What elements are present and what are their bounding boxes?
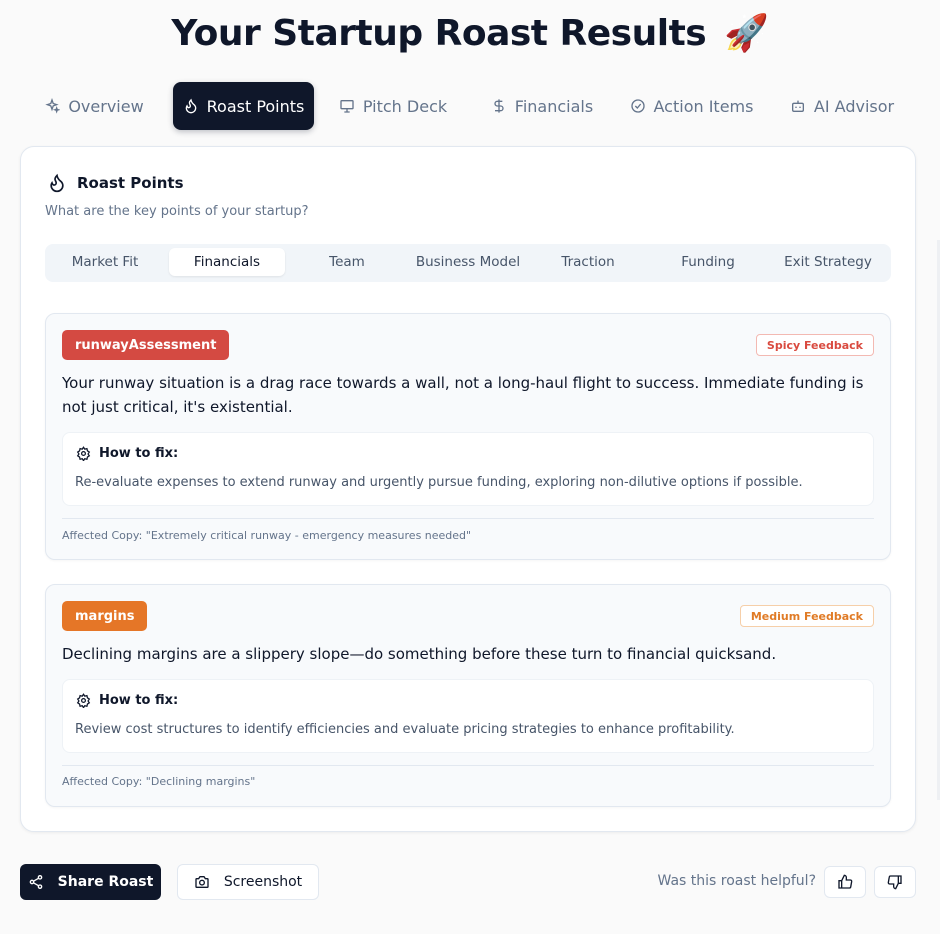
tab-action-items-label: Action Items [653,96,754,116]
subtab-exit-strategy[interactable]: Exit Strategy [770,248,886,276]
check-circle-icon [630,99,645,113]
tab-financials-label: Financials [514,96,594,116]
affected-copy-label: Affected Copy: [62,529,143,542]
affected-copy: Affected Copy: "Declining margins" [62,775,255,788]
thumbs-up-button[interactable] [824,866,866,898]
affected-copy: Affected Copy: "Extremely critical runwa… [62,529,471,542]
helpful-prompt: Was this roast helpful? [657,873,816,889]
tab-overview-label: Overview [68,96,144,116]
tab-roast-points[interactable]: Roast Points [173,82,314,130]
how-to-fix-box: How to fix: Review cost structures to id… [62,679,874,753]
tab-ai-advisor-label: AI Advisor [813,96,895,116]
card-header: Roast Points [47,173,184,193]
how-to-fix-header: How to fix: [76,446,178,461]
bot-icon [791,100,804,112]
point-text: Your runway situation is a drag race tow… [62,374,864,416]
presentation-icon [340,100,354,113]
roast-points-card: Roast Points What are the key points of … [20,146,916,832]
share-icon [29,875,43,889]
gear-icon [76,446,91,461]
share-roast-button[interactable]: Share Roast [20,864,161,900]
tab-action-items[interactable]: Action Items [622,82,761,130]
sparkles-icon [45,98,61,114]
page-title-text: Your Startup Roast Results [171,13,707,54]
flame-icon [50,173,64,193]
tab-pitch-deck-label: Pitch Deck [362,96,448,116]
thumbs-up-icon [838,874,853,889]
tab-pitch-deck[interactable]: Pitch Deck [331,82,455,130]
tab-ai-advisor[interactable]: AI Advisor [782,82,902,130]
affected-copy-text: "Extremely critical runway - emergency m… [145,529,472,542]
screenshot-button[interactable]: Screenshot [177,864,319,900]
divider [62,518,874,519]
screenshot-label: Screenshot [223,874,303,890]
dollar-icon [494,99,504,113]
category-tab-bar: Market Fit Financials Team Business Mode… [45,244,891,282]
how-to-fix-header: How to fix: [76,693,178,708]
point-tag: runwayAssessment [62,330,230,360]
how-to-fix-title: How to fix: [99,446,179,461]
main-tab-bar: Overview Roast Points Pitch Deck Financi… [0,82,940,130]
subtab-financials[interactable]: Financials [169,248,285,276]
thumbs-down-icon [887,875,902,890]
subtab-business-model[interactable]: Business Model [409,248,527,276]
tab-roast-points-label: Roast Points [206,96,305,116]
camera-icon [195,876,209,888]
divider [62,765,874,766]
affected-copy-label: Affected Copy: [62,775,143,788]
point-tag: margins [62,601,148,631]
rocket-icon: 🚀 [724,13,769,54]
point-text: Declining margins are a slippery slope—d… [62,645,777,663]
how-to-fix-box: How to fix: Re-evaluate expenses to exte… [62,432,874,506]
gear-icon [76,693,91,708]
subtab-traction[interactable]: Traction [530,248,646,276]
severity-badge: Spicy Feedback [755,334,874,356]
how-to-fix-text: Review cost structures to identify effic… [75,722,735,737]
tab-financials[interactable]: Financials [483,82,601,130]
subtab-market-fit[interactable]: Market Fit [47,248,163,276]
subtab-funding[interactable]: Funding [650,248,766,276]
subtab-team[interactable]: Team [289,248,405,276]
flame-icon [185,98,196,114]
share-roast-label: Share Roast [57,874,154,890]
how-to-fix-text: Re-evaluate expenses to extend runway an… [75,475,803,490]
tab-overview[interactable]: Overview [38,82,150,130]
severity-badge: Medium Feedback [739,605,874,627]
page-title: Your Startup Roast Results 🚀 [0,12,940,54]
card-title: Roast Points [77,174,184,192]
how-to-fix-title: How to fix: [99,693,179,708]
roast-point-card: margins Medium Feedback Declining margin… [45,584,891,807]
card-subtitle: What are the key points of your startup? [45,204,309,219]
affected-copy-text: "Declining margins" [145,775,256,788]
thumbs-down-button[interactable] [874,866,916,898]
roast-point-card: runwayAssessment Spicy Feedback Your run… [45,313,891,560]
